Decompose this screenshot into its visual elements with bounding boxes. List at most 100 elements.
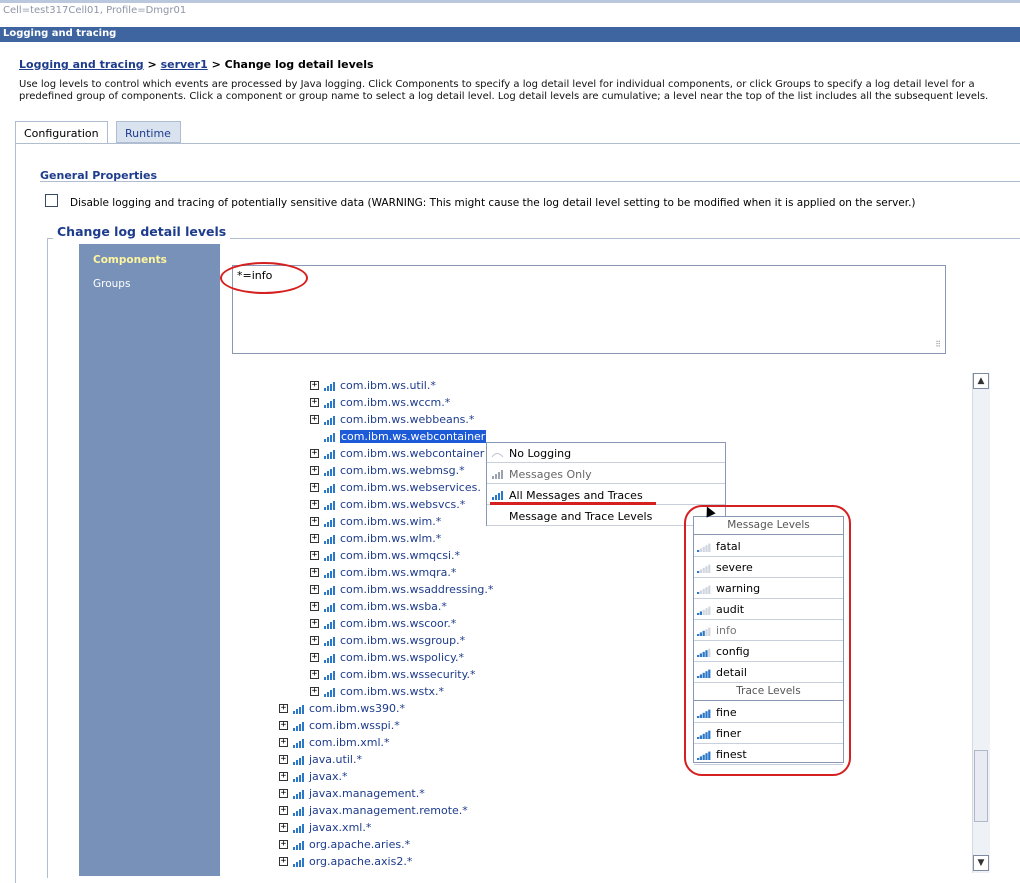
tree-label[interactable]: com.ibm.xml.* xyxy=(309,736,390,749)
tree-label[interactable]: java.util.* xyxy=(309,753,362,766)
all-traces-icon xyxy=(491,490,504,500)
tree-label[interactable]: javax.management.* xyxy=(309,787,425,800)
expand-icon[interactable]: + xyxy=(279,789,288,798)
tree-label[interactable]: com.ibm.ws.wlm.* xyxy=(340,532,441,545)
menu-item-label: All Messages and Traces xyxy=(509,489,643,502)
level-icon xyxy=(292,806,304,816)
expand-icon[interactable]: + xyxy=(279,806,288,815)
level-icon xyxy=(323,500,335,510)
expand-icon[interactable]: + xyxy=(279,721,288,730)
breadcrumb-server-link[interactable]: server1 xyxy=(161,58,208,71)
expand-icon[interactable]: + xyxy=(279,704,288,713)
tree-label[interactable]: com.ibm.ws.util.* xyxy=(340,379,436,392)
tree-label[interactable]: com.ibm.ws.wmqra.* xyxy=(340,566,456,579)
expand-icon[interactable]: + xyxy=(310,415,319,424)
expand-icon[interactable]: + xyxy=(310,381,319,390)
tree-label[interactable]: com.ibm.wsspi.* xyxy=(309,719,400,732)
level-icon xyxy=(323,653,335,663)
level-icon xyxy=(323,381,335,391)
level-nav: Components Groups xyxy=(79,244,220,876)
expand-icon[interactable]: + xyxy=(310,602,319,611)
tree-label[interactable]: com.ibm.ws.wsba.* xyxy=(340,600,447,613)
tree-label[interactable]: com.ibm.ws.wstx.* xyxy=(340,685,444,698)
tree-label[interactable]: com.ibm.ws.webmsg.* xyxy=(340,464,465,477)
tree-label[interactable]: com.ibm.ws.webservices. xyxy=(340,481,481,494)
tree-label[interactable]: com.ibm.ws.wscoor.* xyxy=(340,617,456,630)
expand-icon[interactable]: + xyxy=(310,687,319,696)
tree-label[interactable]: com.ibm.ws.wccm.* xyxy=(340,396,450,409)
component-tree xyxy=(0,0,1,1)
cell-profile-bar: Cell=test317Cell01, Profile=Dmgr01 xyxy=(0,3,1020,27)
tree-label[interactable]: com.ibm.ws.webcontainer xyxy=(340,430,487,443)
disable-sensitive-checkbox[interactable] xyxy=(45,194,58,207)
expand-icon[interactable]: + xyxy=(310,568,319,577)
expand-icon[interactable]: + xyxy=(310,653,319,662)
expand-icon[interactable]: + xyxy=(310,483,319,492)
scroll-thumb[interactable] xyxy=(974,750,988,822)
menu-item[interactable]: Messages Only xyxy=(487,464,725,484)
level-icon xyxy=(323,670,335,680)
tree-label[interactable]: com.ibm.ws.websvcs.* xyxy=(340,498,465,511)
expand-icon[interactable]: + xyxy=(279,772,288,781)
level-icon xyxy=(323,602,335,612)
scroll-up-button[interactable]: ▲ xyxy=(973,373,989,389)
expand-icon[interactable]: + xyxy=(279,755,288,764)
level-icon xyxy=(323,619,335,629)
menu-item[interactable]: No Logging xyxy=(487,443,725,463)
expand-icon[interactable]: + xyxy=(310,534,319,543)
expand-icon[interactable]: + xyxy=(310,466,319,475)
tab-runtime[interactable]: Runtime xyxy=(116,121,181,143)
tree-label[interactable]: com.ibm.ws.wmqcsi.* xyxy=(340,549,460,562)
level-icon xyxy=(292,840,304,850)
expand-icon[interactable]: + xyxy=(310,670,319,679)
tree-label[interactable]: com.ibm.ws.wsgroup.* xyxy=(340,634,465,647)
level-icon xyxy=(323,585,335,595)
nav-components[interactable]: Components xyxy=(93,254,167,266)
level-icon xyxy=(323,432,335,442)
level-icon xyxy=(292,857,304,867)
page-title: Logging and tracing xyxy=(3,28,117,39)
scroll-down-button[interactable]: ▼ xyxy=(973,855,989,871)
level-icon xyxy=(323,636,335,646)
level-icon xyxy=(323,415,335,425)
tree-label[interactable]: javax.xml.* xyxy=(309,821,371,834)
nav-groups[interactable]: Groups xyxy=(93,278,130,290)
expand-icon[interactable]: + xyxy=(310,449,319,458)
tree-label[interactable]: com.ibm.ws.wsaddressing.* xyxy=(340,583,493,596)
expand-icon[interactable]: + xyxy=(310,500,319,509)
highlight-underline xyxy=(490,502,656,505)
expand-icon[interactable]: + xyxy=(310,619,319,628)
expand-icon[interactable]: + xyxy=(279,738,288,747)
expand-icon[interactable]: + xyxy=(310,636,319,645)
disable-sensitive-label: Disable logging and tracing of potential… xyxy=(70,197,916,209)
page-description: Use log levels to control which events a… xyxy=(19,79,989,102)
expand-icon[interactable]: + xyxy=(310,398,319,407)
tree-label[interactable]: javax.management.remote.* xyxy=(309,804,468,817)
tab-configuration[interactable]: Configuration xyxy=(15,121,108,143)
section-title: Change log detail levels xyxy=(53,224,231,239)
expand-icon[interactable]: + xyxy=(279,857,288,866)
expand-icon[interactable]: + xyxy=(310,585,319,594)
tree-label[interactable]: org.apache.axis2.* xyxy=(309,855,412,868)
resize-grip-icon[interactable]: ⠿ xyxy=(935,340,941,349)
level-icon xyxy=(323,483,335,493)
breadcrumb-logging-link[interactable]: Logging and tracing xyxy=(19,58,144,71)
tree-label[interactable]: com.ibm.ws390.* xyxy=(309,702,405,715)
tree-label[interactable]: javax.* xyxy=(309,770,348,783)
tree-label[interactable]: com.ibm.ws.wssecurity.* xyxy=(340,668,476,681)
level-icon xyxy=(292,721,304,731)
expand-icon[interactable]: + xyxy=(279,823,288,832)
log-spec-textarea[interactable]: *=info ⠿ xyxy=(232,265,946,354)
tree-label[interactable]: org.apache.aries.* xyxy=(309,838,410,851)
tree-label[interactable]: com.ibm.ws.wspolicy.* xyxy=(340,651,464,664)
tree-label[interactable]: com.ibm.ws.wim.* xyxy=(340,515,441,528)
expand-icon[interactable]: + xyxy=(310,551,319,560)
level-icon xyxy=(292,823,304,833)
tree-label[interactable]: com.ibm.ws.webcontainer xyxy=(340,447,484,460)
expand-icon[interactable]: + xyxy=(310,517,319,526)
level-icon xyxy=(292,738,304,748)
tree-scrollbar[interactable]: ▲ ▼ xyxy=(972,373,990,873)
level-icon xyxy=(323,534,335,544)
expand-icon[interactable]: + xyxy=(279,840,288,849)
tree-label[interactable]: com.ibm.ws.webbeans.* xyxy=(340,413,474,426)
